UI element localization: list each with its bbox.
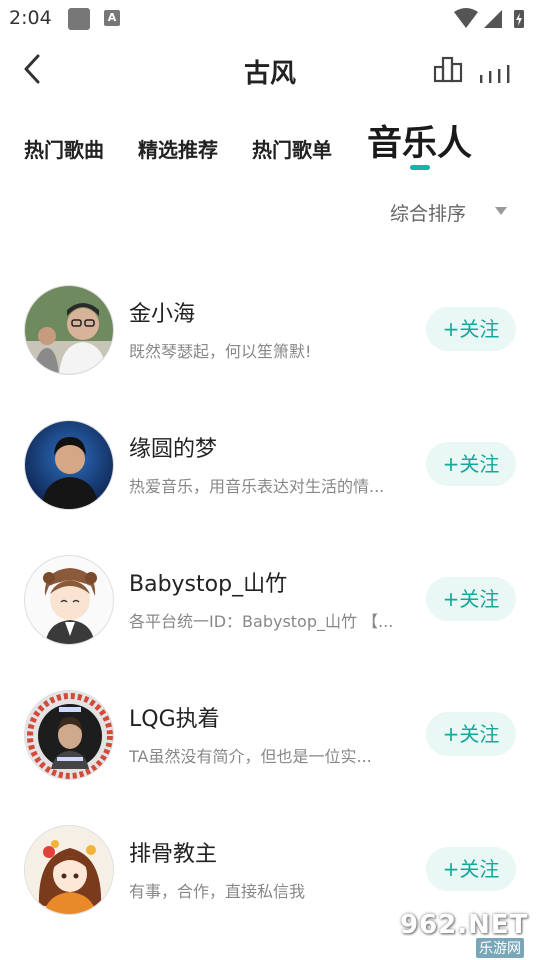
tab-hot-songs[interactable]: 热门歌曲 xyxy=(24,134,104,163)
artist-name: Babystop_山竹 xyxy=(129,572,288,597)
active-tab-indicator xyxy=(410,165,430,170)
artist-desc: 各平台统一ID：Babystop_山竹 【... xyxy=(129,612,394,631)
equalizer-icon xyxy=(480,65,510,83)
wifi-icon xyxy=(454,8,478,28)
avatar xyxy=(24,420,114,510)
artist-name: 排骨教主 xyxy=(129,842,218,867)
artist-desc: 既然琴瑟起，何以笙箫默! xyxy=(129,342,312,361)
signal-icon xyxy=(484,10,502,28)
artist-desc: 有事，合作，直接私信我 xyxy=(129,882,306,901)
follow-button[interactable]: +关注 xyxy=(426,307,516,351)
avatar xyxy=(24,690,114,780)
notification-square-icon xyxy=(68,8,90,30)
status-time: 2:04 xyxy=(9,7,52,29)
follow-button[interactable]: +关注 xyxy=(426,712,516,756)
status-icons xyxy=(454,8,524,28)
chart-button[interactable] xyxy=(432,55,468,83)
a-icon: A xyxy=(104,10,120,26)
tab-featured[interactable]: 精选推荐 xyxy=(138,134,218,163)
bar-chart-icon xyxy=(433,56,463,83)
artist-name: LQG执着 xyxy=(129,707,220,732)
playing-button[interactable] xyxy=(478,62,514,84)
watermark-logo: 962.NET 乐游网 xyxy=(400,910,534,958)
follow-button[interactable]: +关注 xyxy=(426,577,516,621)
artist-item[interactable]: 缘圆的梦 热爱音乐，用音乐表达对生活的情... +关注 xyxy=(0,420,540,530)
watermark-main: 962.NET xyxy=(400,910,529,940)
artist-name: 缘圆的梦 xyxy=(129,437,218,462)
triangle-down-icon xyxy=(495,207,507,215)
avatar xyxy=(24,555,114,645)
artist-desc: 热爱音乐，用音乐表达对生活的情... xyxy=(129,477,385,496)
watermark-sub: 乐游网 xyxy=(476,938,524,958)
artist-item[interactable]: LQG执着 TA虽然没有简介，但也是一位实... +关注 xyxy=(0,690,540,800)
follow-button[interactable]: +关注 xyxy=(426,847,516,891)
artist-item[interactable]: Babystop_山竹 各平台统一ID：Babystop_山竹 【... +关注 xyxy=(0,555,540,665)
follow-button[interactable]: +关注 xyxy=(426,442,516,486)
sort-label: 综合排序 xyxy=(390,203,467,225)
artist-name: 金小海 xyxy=(129,302,196,327)
status-bar: 2:04 A xyxy=(0,0,540,36)
avatar xyxy=(24,825,114,915)
artist-desc: TA虽然没有简介，但也是一位实... xyxy=(129,747,372,766)
avatar xyxy=(24,285,114,375)
tab-musicians[interactable]: 音乐人 xyxy=(367,115,472,166)
sort-dropdown[interactable]: 综合排序 xyxy=(390,199,507,225)
artist-item[interactable]: 金小海 既然琴瑟起，何以笙箫默! +关注 xyxy=(0,285,540,395)
tab-hot-playlists[interactable]: 热门歌单 xyxy=(252,134,332,163)
